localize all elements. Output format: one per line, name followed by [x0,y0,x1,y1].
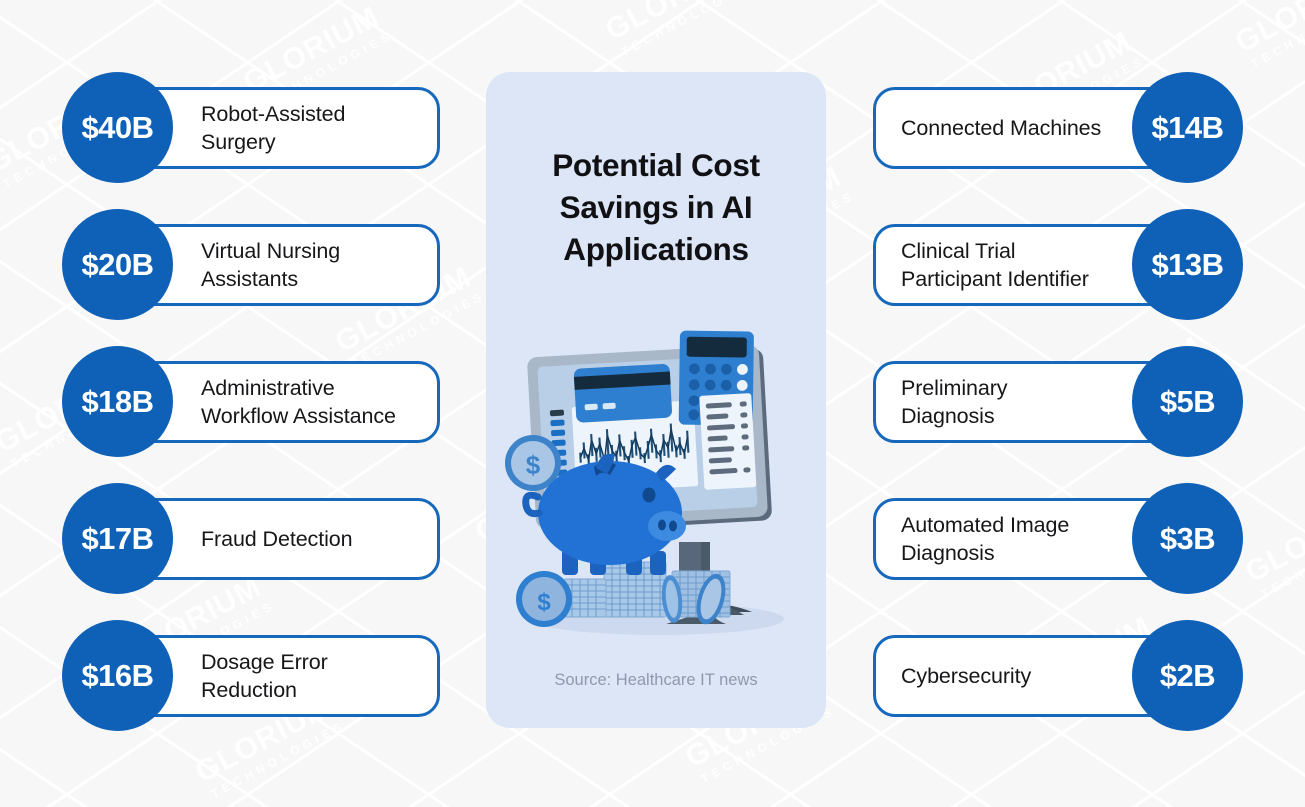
stat-value-bubble[interactable]: $40B [62,72,173,183]
savings-analytics-illustration: $ $ [486,327,826,657]
stat-row: Automated Image Diagnosis $3B [843,483,1243,595]
stat-label: Preliminary Diagnosis [901,375,1008,428]
stat-label-line2: Participant Identifier [901,267,1089,291]
stat-value-bubble[interactable]: $16B [62,620,173,731]
page-title: Potential Cost Savings in AI Application… [552,147,760,268]
stat-value: $13B [1151,246,1224,282]
stat-label-line2: Assistants [201,267,298,291]
stat-value-bubble[interactable]: $5B [1132,346,1243,457]
source-attribution: Source: Healthcare IT news [554,671,758,689]
stat-row: Dosage Error Reduction $16B [62,620,462,732]
stat-label: Fraud Detection [201,526,353,551]
stat-value: $20B [81,246,154,282]
stat-row: Clinical Trial Participant Identifier $13B [843,209,1243,321]
stat-value: $2B [1159,657,1216,693]
stat-row: Robot-Assisted Surgery $40B [62,72,462,184]
stat-value-bubble[interactable]: $18B [62,346,173,457]
svg-text:$: $ [537,589,551,616]
stat-label-line2: Surgery [201,130,276,154]
stat-label: Robot-Assisted Surgery [201,101,346,154]
stat-value-bubble[interactable]: $13B [1132,209,1243,320]
stat-row: Connected Machines $14B [843,72,1243,184]
stat-label-line2: Reduction [201,678,297,702]
stat-row: Preliminary Diagnosis $5B [843,346,1243,458]
center-title-card: Potential Cost Savings in AI Application… [486,72,826,728]
stat-row: Fraud Detection $17B [62,483,462,595]
stat-label: Cybersecurity [901,663,1032,688]
stat-label: Automated Image Diagnosis [901,512,1070,565]
stat-value: $40B [81,109,154,145]
stat-row: Cybersecurity $2B [843,620,1243,732]
stat-value-bubble[interactable]: $2B [1132,620,1243,731]
stat-row: Virtual Nursing Assistants $20B [62,209,462,321]
stat-label: Administrative Workflow Assistance [201,375,396,428]
stat-value: $14B [1151,109,1224,145]
stat-value-bubble[interactable]: $14B [1132,72,1243,183]
svg-text:$: $ [526,450,541,480]
stat-label: Connected Machines [901,115,1102,140]
stat-row: Administrative Workflow Assistance $18B [62,346,462,458]
stat-value: $18B [81,383,154,419]
stat-value: $5B [1159,383,1216,419]
stat-label-line2: Workflow Assistance [201,404,396,428]
stat-label-line2: Diagnosis [901,541,995,565]
stat-label: Dosage Error Reduction [201,649,328,702]
stat-value-bubble[interactable]: $17B [62,483,173,594]
stat-value: $17B [81,520,154,556]
left-stat-column: Robot-Assisted Surgery $40B Virtual Nursing… [62,72,462,732]
right-stat-column: Connected Machines $14B Clinical Trial Part… [843,72,1243,732]
stat-label: Virtual Nursing Assistants [201,238,341,291]
stat-label-line2: Diagnosis [901,404,995,428]
stat-value: $3B [1159,520,1216,556]
stat-value: $16B [81,657,154,693]
infographic-canvas: Robot-Assisted Surgery $40B Virtual Nursing… [0,0,1305,807]
stat-value-bubble[interactable]: $3B [1132,483,1243,594]
stat-label: Clinical Trial Participant Identifier [901,238,1089,291]
stat-value-bubble[interactable]: $20B [62,209,173,320]
